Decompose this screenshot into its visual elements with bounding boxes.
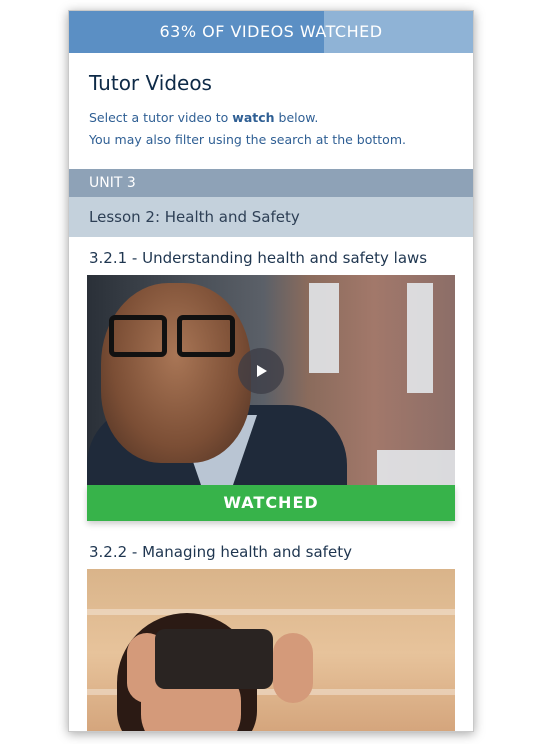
vr-headset <box>155 629 273 689</box>
instructions-text-end: below. <box>274 110 319 125</box>
glasses-lens <box>177 315 235 357</box>
watched-badge: WATCHED <box>87 485 455 521</box>
page-title: Tutor Videos <box>89 71 212 95</box>
tutor-face <box>101 283 251 463</box>
window-pane <box>309 283 339 373</box>
video-thumbnail[interactable] <box>87 569 455 731</box>
instructions-line-1: Select a tutor video to watch below. <box>89 107 453 129</box>
play-icon-glyph <box>257 365 267 377</box>
video-thumbnail[interactable] <box>87 275 455 485</box>
progress-label: 63% OF VIDEOS WATCHED <box>159 22 383 41</box>
window-pane <box>407 283 433 393</box>
instructions-text-start: Select a tutor video to <box>89 110 233 125</box>
intro-section: Tutor Videos Select a tutor video to wat… <box>69 53 473 163</box>
video-item-2[interactable]: 3.2.2 - Managing health and safety <box>69 521 473 731</box>
video-title[interactable]: 3.2.1 - Understanding health and safety … <box>89 249 455 267</box>
app-screen: 63% OF VIDEOS WATCHED Tutor Videos Selec… <box>68 10 474 732</box>
unit-header[interactable]: UNIT 3 <box>69 169 473 197</box>
instructions-line-2: You may also filter using the search at … <box>89 132 406 147</box>
background-shelf <box>87 609 455 615</box>
instructions-text-bold: watch <box>232 110 275 125</box>
video-title[interactable]: 3.2.2 - Managing health and safety <box>89 543 455 561</box>
instructions-text: Select a tutor video to watch below. You… <box>89 107 453 151</box>
video-item-1[interactable]: 3.2.1 - Understanding health and safety … <box>69 237 473 521</box>
lesson-header[interactable]: Lesson 2: Health and Safety <box>69 197 473 237</box>
person-hand <box>273 633 313 703</box>
window-pane <box>377 450 455 485</box>
play-icon[interactable] <box>238 348 284 394</box>
progress-banner: 63% OF VIDEOS WATCHED <box>69 11 473 53</box>
glasses-lens <box>109 315 167 357</box>
